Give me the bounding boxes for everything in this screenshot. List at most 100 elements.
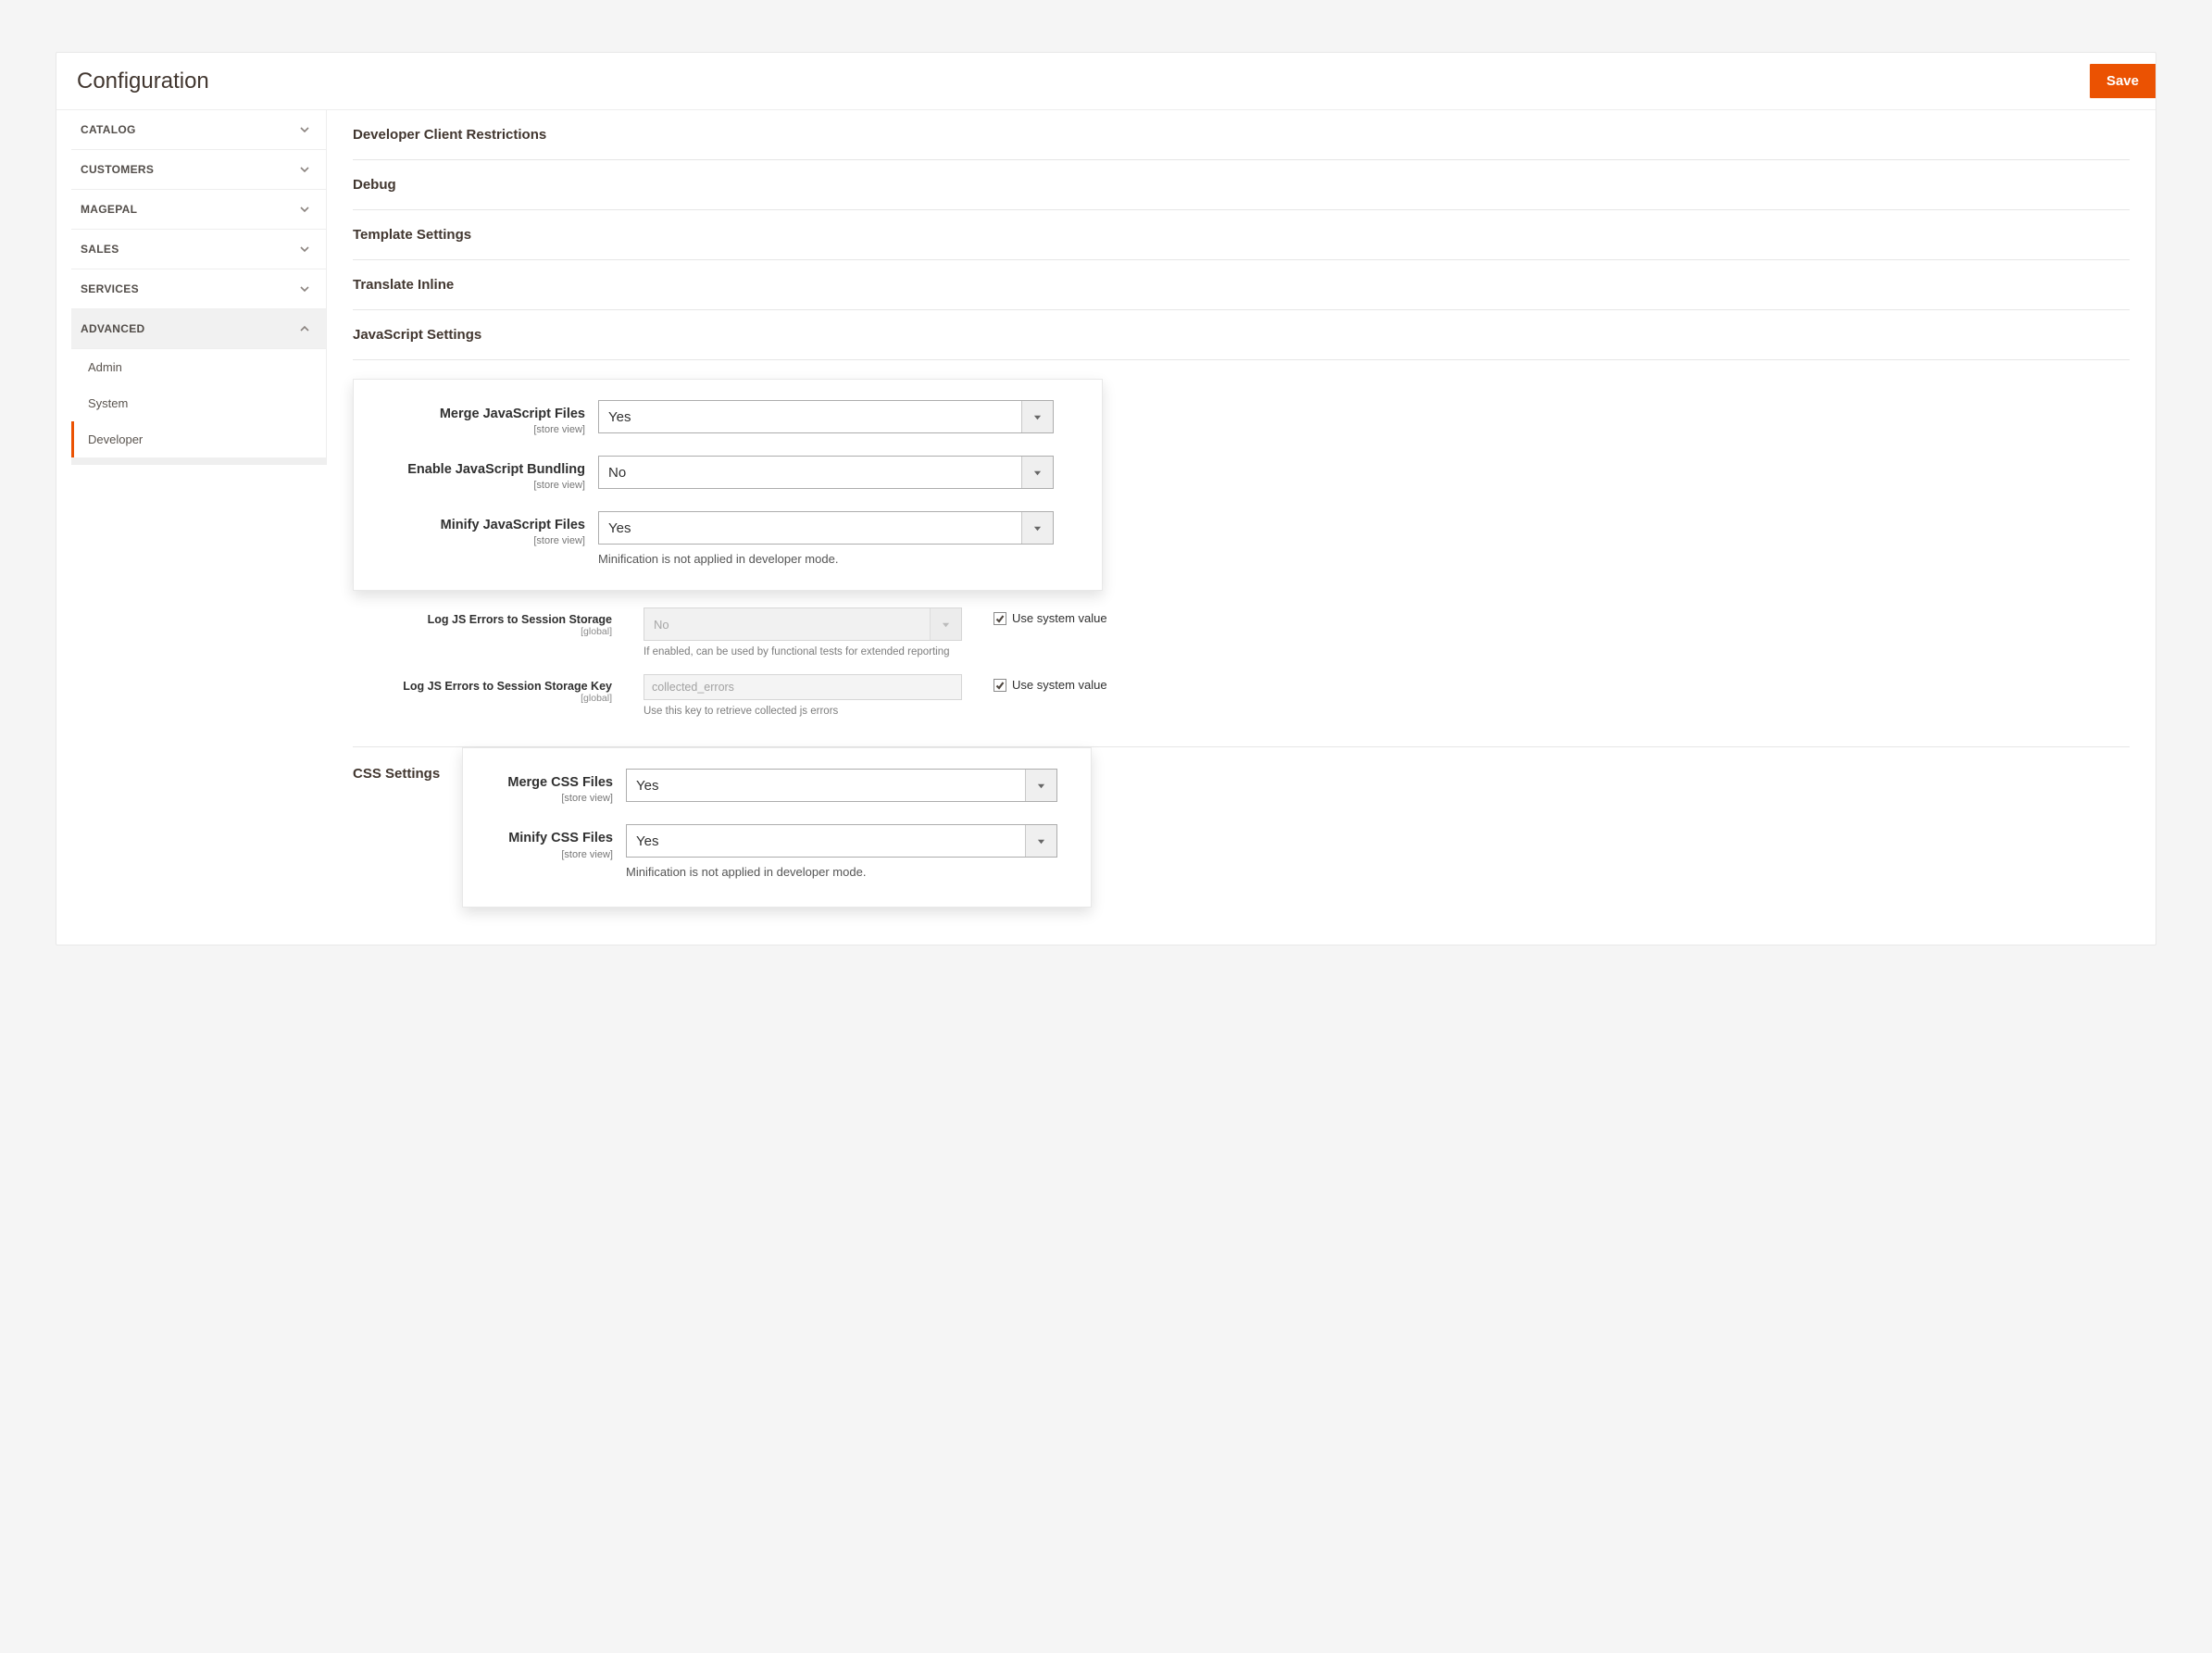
sidebar-footer [71,457,327,465]
field-scope: [store view] [387,424,585,435]
field-label-col: Minify CSS Files [store view] [496,824,626,859]
page-header: Configuration Save [56,53,2156,110]
field-label: Log JS Errors to Session Storage Key [403,680,612,693]
section-translate-inline[interactable]: Translate Inline [353,260,2130,310]
caret-down-icon [930,608,961,640]
field-label-col: Log JS Errors to Session Storage [global… [353,607,612,637]
chevron-down-icon [300,165,309,174]
chevron-down-icon [300,244,309,254]
page-body: Catalog Customers Magepal Sales Services… [56,110,2156,945]
merge-css-select[interactable]: Yes [626,769,1057,802]
field-label: Log JS Errors to Session Storage [428,613,612,626]
field-label: Minify JavaScript Files [441,518,585,532]
minify-css-select[interactable]: Yes [626,824,1057,858]
sidebar-item-label: Sales [81,243,119,256]
css-settings-card: Merge CSS Files [store view] Yes M [462,747,1092,908]
field-label-col: Enable JavaScript Bundling [store view] [387,456,598,491]
select-value: No [599,457,1021,488]
save-button[interactable]: Save [2090,64,2156,98]
log-js-errors-key-input [644,674,962,700]
sidebar-item-label: Catalog [81,123,136,136]
advanced-subitems: Admin System Developer [71,349,327,457]
sidebar-subitem-developer[interactable]: Developer [71,421,326,457]
field-scope: [store view] [387,535,585,546]
minify-js-select[interactable]: Yes [598,511,1054,545]
field-scope: [global] [353,693,612,704]
field-merge-js: Merge JavaScript Files [store view] Yes [387,400,1069,435]
sidebar-item-advanced[interactable]: Advanced [71,309,327,349]
sidebar-item-catalog[interactable]: Catalog [71,110,327,150]
section-javascript-settings[interactable]: JavaScript Settings [353,310,2130,360]
field-label-col: Merge JavaScript Files [store view] [387,400,598,435]
field-minify-css: Minify CSS Files [store view] Yes Minifi… [496,824,1057,879]
chevron-down-icon [300,284,309,294]
field-log-js-errors-key: Log JS Errors to Session Storage Key [gl… [353,674,2130,717]
field-scope: [store view] [496,793,613,804]
config-page: Configuration Save Catalog Customers Mag… [56,52,2156,945]
chevron-up-icon [300,324,309,333]
log-js-errors-note: If enabled, can be used by functional te… [644,646,962,657]
section-developer-client-restrictions[interactable]: Developer Client Restrictions [353,110,2130,160]
field-enable-js-bundling: Enable JavaScript Bundling [store view] … [387,456,1069,491]
field-input-col: Yes Minification is not applied in devel… [598,511,1069,566]
sidebar-item-magepal[interactable]: Magepal [71,190,327,230]
sidebar-item-label: Advanced [81,322,145,335]
select-value: No [644,608,930,640]
caret-down-icon [1021,512,1053,544]
checkbox-checked-icon [994,612,1006,625]
sidebar-item-services[interactable]: Services [71,269,327,309]
log-js-errors-key-note: Use this key to retrieve collected js er… [644,706,962,717]
javascript-settings-card: Merge JavaScript Files [store view] Yes … [353,379,1103,591]
field-input-col: Yes Minification is not applied in devel… [626,824,1057,879]
sidebar-subitem-system[interactable]: System [71,385,326,421]
field-input-col: Use this key to retrieve collected js er… [644,674,962,717]
field-scope: [store view] [496,849,613,860]
checkbox-label: Use system value [1012,678,1107,692]
chevron-down-icon [300,205,309,214]
caret-down-icon [1025,825,1056,857]
field-input-col: No [598,456,1069,489]
select-value: Yes [627,825,1025,857]
sidebar-subitem-admin[interactable]: Admin [71,349,326,385]
page-title: Configuration [77,69,209,94]
chevron-down-icon [300,125,309,134]
field-label-col: Merge CSS Files [store view] [496,769,626,804]
field-merge-css: Merge CSS Files [store view] Yes [496,769,1057,804]
log-js-errors-select: No [644,607,962,641]
sidebar-item-label: Services [81,282,139,295]
caret-down-icon [1021,401,1053,432]
config-main: Developer Client Restrictions Debug Temp… [327,110,2156,945]
config-sidebar: Catalog Customers Magepal Sales Services… [71,110,327,945]
caret-down-icon [1021,457,1053,488]
minify-css-note: Minification is not applied in developer… [626,865,1057,879]
field-minify-js: Minify JavaScript Files [store view] Yes… [387,511,1069,566]
field-input-col: No If enabled, can be used by functional… [644,607,962,657]
select-value: Yes [599,401,1021,432]
field-label-col: Minify JavaScript Files [store view] [387,511,598,546]
sidebar-item-label: Magepal [81,203,137,216]
use-system-value-checkbox[interactable]: Use system value [994,674,1107,692]
select-value: Yes [627,770,1025,801]
field-label: Merge JavaScript Files [440,407,585,421]
field-scope: [global] [353,626,612,637]
css-settings-heading[interactable]: CSS Settings [353,747,462,782]
field-scope: [store view] [387,480,585,491]
section-debug[interactable]: Debug [353,160,2130,210]
enable-js-bundling-select[interactable]: No [598,456,1054,489]
use-system-value-checkbox[interactable]: Use system value [994,607,1107,625]
field-label: Merge CSS Files [507,775,613,790]
section-template-settings[interactable]: Template Settings [353,210,2130,260]
field-log-js-errors: Log JS Errors to Session Storage [global… [353,607,2130,657]
minify-js-note: Minification is not applied in developer… [598,552,1069,566]
merge-js-select[interactable]: Yes [598,400,1054,433]
sidebar-item-sales[interactable]: Sales [71,230,327,269]
caret-down-icon [1025,770,1056,801]
checkbox-label: Use system value [1012,611,1107,625]
sidebar-item-customers[interactable]: Customers [71,150,327,190]
checkbox-checked-icon [994,679,1006,692]
field-label-col: Log JS Errors to Session Storage Key [gl… [353,674,612,704]
field-input-col: Yes [626,769,1057,802]
field-label: Enable JavaScript Bundling [407,462,585,477]
sidebar-item-label: Customers [81,163,154,176]
field-label: Minify CSS Files [508,831,613,845]
